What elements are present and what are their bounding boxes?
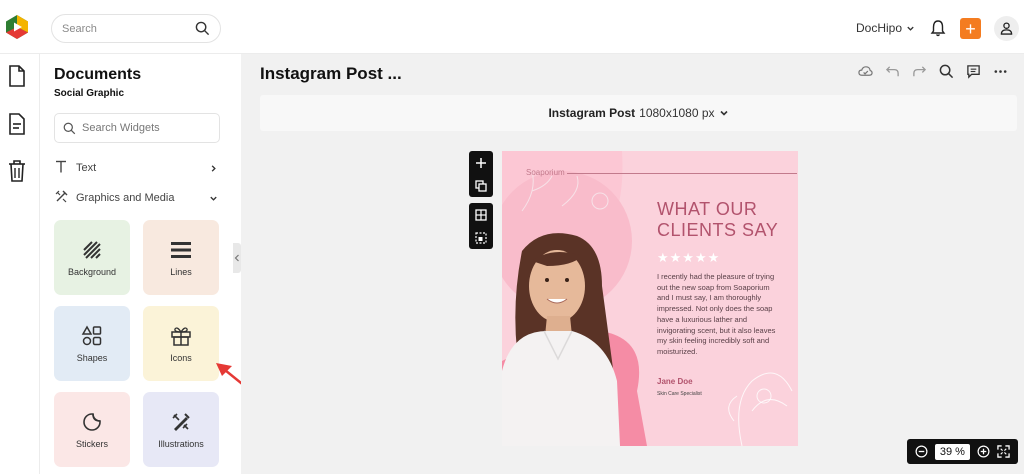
tile-lines[interactable]: Lines — [143, 220, 219, 295]
tile-stickers[interactable]: Stickers — [54, 392, 130, 467]
design-canvas[interactable]: Soaporium WHAT OUR CLIENTS SAY ★★★★★ I r… — [502, 151, 798, 446]
search-placeholder: Search — [62, 22, 97, 35]
document-icon[interactable] — [7, 64, 27, 88]
size-name: Instagram Post — [548, 106, 636, 120]
tile-illustrations[interactable]: Illustrations — [143, 392, 219, 467]
client-portrait — [502, 233, 620, 446]
search-icon — [63, 122, 76, 134]
chevron-down-icon — [907, 26, 914, 31]
panel-collapse-handle[interactable] — [233, 243, 241, 273]
document-size-selector[interactable]: Instagram Post 1080x1080 px — [260, 95, 1017, 131]
tile-shapes[interactable]: Shapes — [54, 306, 130, 381]
tile-stickers-label: Stickers — [75, 438, 108, 449]
tile-background-label: Background — [67, 266, 117, 277]
graphics-media-icon — [54, 190, 68, 206]
documents-list-icon[interactable] — [7, 112, 27, 136]
text-icon — [54, 160, 68, 176]
zoom-control: 39 % — [907, 439, 1018, 464]
tile-lines-label: Lines — [170, 266, 192, 277]
panel-subtitle: Social Graphic — [54, 88, 125, 99]
gift-icon — [171, 326, 191, 346]
section-graphics-media-label: Graphics and Media — [76, 192, 175, 204]
duplicate-page-icon[interactable] — [475, 179, 487, 192]
undo-icon[interactable] — [885, 64, 900, 79]
cloud-sync-icon[interactable] — [858, 64, 873, 79]
chevron-down-icon — [719, 110, 728, 116]
brand-divider — [567, 173, 797, 174]
shapes-icon — [81, 324, 102, 345]
tile-background[interactable]: Background — [54, 220, 130, 295]
widget-search-input[interactable]: Search Widgets — [54, 113, 220, 143]
sticker-icon — [83, 412, 101, 431]
comment-icon[interactable] — [966, 64, 981, 79]
search-icon[interactable] — [939, 64, 954, 79]
page-actions-toolbar — [469, 151, 493, 197]
author-role[interactable]: Skin Care Specialist — [657, 391, 702, 397]
zoom-in-icon[interactable] — [977, 445, 990, 458]
size-dimensions: 1080x1080 px — [639, 106, 715, 120]
document-title[interactable]: Instagram Post ... — [260, 64, 402, 84]
tile-icons-label: Icons — [170, 352, 192, 363]
workspace-name: DocHipo — [856, 21, 903, 35]
chevron-right-icon — [211, 164, 216, 172]
more-options-icon[interactable] — [993, 64, 1008, 79]
left-icon-rail — [0, 54, 40, 474]
zoom-number: 39 — [939, 445, 953, 458]
section-graphics-media[interactable]: Graphics and Media — [54, 188, 218, 208]
section-text[interactable]: Text — [54, 158, 218, 178]
tile-shapes-label: Shapes — [76, 352, 108, 363]
headline-line-2: CLIENTS SAY — [657, 220, 779, 240]
bell-icon[interactable] — [930, 19, 946, 37]
illustrations-icon — [172, 412, 190, 431]
global-search-input[interactable]: Search — [51, 14, 221, 43]
zoom-out-icon[interactable] — [915, 445, 928, 458]
user-menu-button[interactable] — [994, 16, 1019, 41]
brand-name: Soaporium — [526, 168, 565, 177]
dochipo-logo-icon[interactable] — [5, 14, 29, 40]
zoom-unit: % — [955, 445, 965, 458]
zoom-value[interactable]: 39 % — [934, 443, 970, 460]
review-text[interactable]: I recently had the pleasure of trying ou… — [657, 272, 782, 358]
rating-stars: ★★★★★ — [657, 250, 721, 265]
toolbar — [858, 64, 1008, 79]
create-new-button[interactable]: + — [960, 18, 981, 39]
user-icon — [1000, 22, 1013, 35]
background-icon — [83, 240, 101, 259]
redo-icon[interactable] — [912, 64, 927, 79]
grid-icon[interactable] — [475, 208, 487, 221]
plus-icon: + — [965, 18, 976, 39]
search-icon[interactable] — [195, 21, 210, 36]
grid-tools-toolbar — [469, 203, 493, 249]
section-text-label: Text — [76, 162, 97, 174]
author-name[interactable]: Jane Doe — [657, 377, 693, 386]
add-page-icon[interactable] — [475, 157, 487, 169]
lines-icon — [171, 241, 191, 258]
tile-icons[interactable]: Icons — [143, 306, 219, 381]
chevron-down-icon — [210, 196, 217, 201]
widget-search-placeholder: Search Widgets — [82, 122, 160, 134]
fullscreen-icon[interactable] — [997, 445, 1011, 458]
select-area-icon[interactable] — [475, 231, 487, 244]
chevron-left-icon — [234, 254, 239, 262]
trash-icon[interactable] — [7, 159, 27, 183]
top-bar: Search DocHipo + — [0, 0, 1024, 54]
headline-line-1: WHAT OUR — [657, 199, 758, 219]
tile-illustrations-label: Illustrations — [158, 438, 204, 449]
design-headline[interactable]: WHAT OUR CLIENTS SAY — [657, 199, 795, 241]
widgets-panel: Documents Social Graphic Search Widgets … — [41, 54, 233, 474]
workspace-dropdown[interactable]: DocHipo — [856, 21, 915, 35]
panel-title: Documents — [54, 66, 142, 83]
